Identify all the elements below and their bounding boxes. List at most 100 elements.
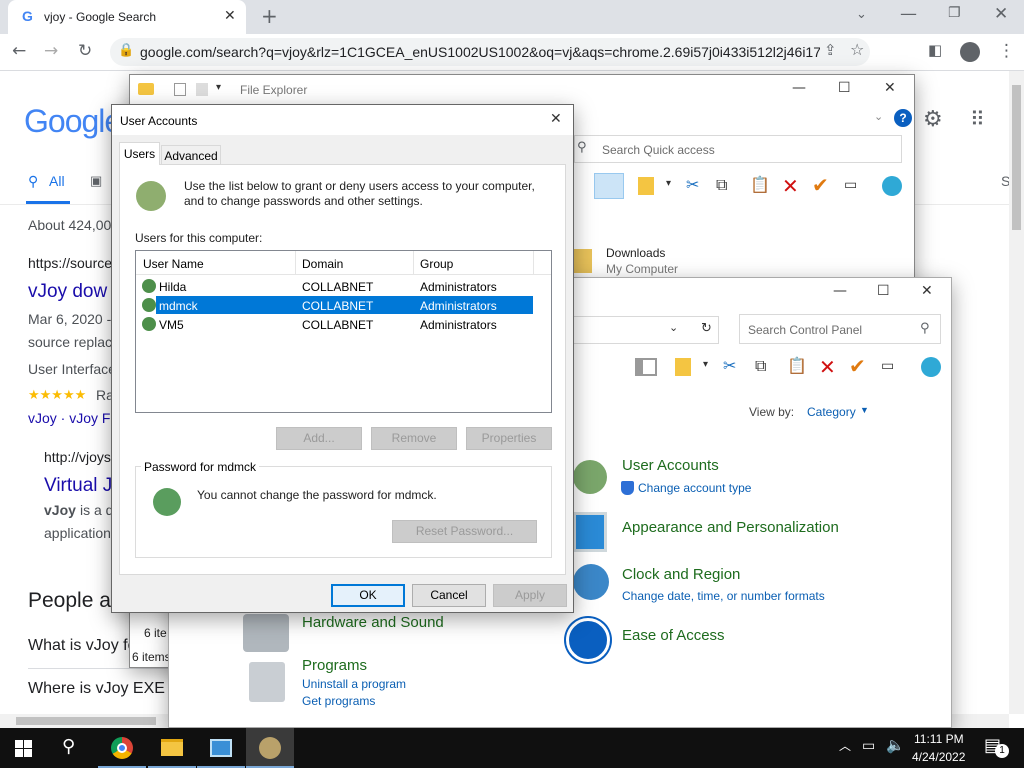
reset-password-button[interactable]: Reset Password... [392,520,537,543]
tab-advanced[interactable]: Advanced [161,145,221,164]
address-bar[interactable]: 🔒 google.com/search?q=vjoy&rlz=1C1GCEA_e… [110,38,870,66]
back-icon[interactable]: ← [12,43,26,60]
clock-date[interactable]: 4/24/2022 [912,750,965,764]
show-hidden-icons-icon[interactable]: ︿ [839,740,851,752]
rename-icon[interactable]: ▭ [844,178,857,192]
result1-links[interactable]: vJoy · vJoy F [28,410,110,426]
volume-icon[interactable]: 🔈 [886,738,905,753]
cp-close-icon[interactable]: ✕ [921,284,933,298]
col-domain[interactable]: Domain [302,257,343,271]
cp-minimize-icon[interactable]: — [833,284,847,298]
forward-icon[interactable]: → [44,43,58,60]
cp-copy-icon[interactable]: ⧉ [755,358,766,374]
remove-button[interactable]: Remove [371,427,457,450]
fe-maximize-icon[interactable]: ☐ [838,81,851,95]
minimize-icon[interactable]: — [900,6,917,23]
result1-title[interactable]: vJoy dow [28,281,107,303]
taskbar-user-accounts[interactable] [246,728,294,768]
close-tab-icon[interactable]: ✕ [224,9,236,23]
taskbar-chrome[interactable] [98,728,146,768]
new-tab-icon[interactable]: + [261,6,278,26]
new-item-dropdown-icon[interactable]: ▾ [666,179,671,189]
shell-icon[interactable] [882,176,902,196]
apps-grid-icon[interactable]: ⠿ [970,109,985,129]
tab-users[interactable]: Users [119,142,160,165]
side-panel-icon[interactable]: ◧ [928,43,942,58]
paa-question-2[interactable]: Where is vJoy EXE [28,680,165,698]
tab-images-icon[interactable]: ▣ [90,173,102,189]
cp-hardware-sound[interactable]: Hardware and Sound [302,614,444,631]
restore-icon[interactable]: ❐ [948,6,961,20]
bookmark-star-icon[interactable]: ☆ [850,42,864,58]
taskbar-control-panel[interactable] [197,728,245,768]
cp-uninstall-program[interactable]: Uninstall a program [302,677,406,691]
clock-time[interactable]: 11:11 PM [914,732,964,746]
h-scrollbar-thumb[interactable] [16,717,156,725]
google-logo[interactable]: Google [24,103,122,140]
fe-search-box[interactable]: ⚲ Search Quick access [574,135,902,163]
cp-delete-icon[interactable]: ✕ [819,357,836,377]
cp-new-item-icon[interactable] [675,358,691,376]
result2-title[interactable]: Virtual J [44,475,112,497]
cp-get-programs[interactable]: Get programs [302,694,375,708]
scrollbar-thumb[interactable] [1012,85,1021,230]
settings-gear-icon[interactable]: ⚙ [923,109,943,131]
table-row[interactable]: Hilda COLLABNET Administrators [136,277,534,295]
users-list[interactable]: User Name Domain Group Hilda COLLABNET A… [135,250,552,413]
ribbon-expand-icon[interactable]: ⌄ [874,111,883,122]
cut-icon[interactable]: ✂ [686,177,699,193]
paste-icon[interactable]: 📋 [750,177,770,193]
taskbar-search[interactable]: ⚲ [48,728,96,768]
cp-checkmark-icon[interactable]: ✔ [849,356,866,376]
add-button[interactable]: Add... [276,427,362,450]
checkmark-icon[interactable]: ✔ [812,175,829,195]
cp-change-date-formats[interactable]: Change date, time, or number formats [622,589,825,603]
cp-cut-icon[interactable]: ✂ [723,358,736,374]
start-button[interactable] [0,728,48,768]
vertical-scrollbar[interactable] [1009,71,1024,714]
new-folder-icon[interactable] [196,83,208,96]
cp-new-item-dropdown-icon[interactable]: ▾ [703,360,708,370]
copy-icon[interactable]: ⧉ [716,177,727,193]
table-row-selected[interactable]: mdmck COLLABNET Administrators [156,296,533,314]
tab-search-icon[interactable]: ⌄ [856,8,867,21]
delete-icon[interactable]: ✕ [782,176,799,196]
paa-question-1[interactable]: What is vJoy fo [28,637,136,655]
fe-close-icon[interactable]: ✕ [884,81,896,95]
help-icon[interactable]: ? [894,109,912,127]
cp-address-dropdown-icon[interactable]: ⌄ [669,322,678,333]
cancel-button[interactable]: Cancel [412,584,486,607]
fe-minimize-icon[interactable]: — [792,81,806,95]
table-row[interactable]: VM5 COLLABNET Administrators [136,315,534,333]
tab-all[interactable]: All [49,173,65,189]
dialog-close-icon[interactable]: ✕ [550,112,562,126]
result1-url[interactable]: https://source [28,255,112,271]
new-item-icon[interactable] [638,177,654,195]
cp-rename-icon[interactable]: ▭ [881,359,894,373]
taskbar-file-explorer[interactable] [148,728,196,768]
cp-user-accounts[interactable]: User Accounts [622,457,719,474]
apply-button[interactable]: Apply [493,584,567,607]
cp-search-box[interactable]: Search Control Panel ⚲ [739,314,941,344]
cp-paste-icon[interactable]: 📋 [787,358,807,374]
chrome-menu-icon[interactable]: ⋮ [998,43,1015,60]
view-by-value[interactable]: Category [807,405,856,419]
col-group[interactable]: Group [420,257,453,271]
cp-programs[interactable]: Programs [302,657,367,674]
ok-button[interactable]: OK [331,584,405,607]
properties-button[interactable]: Properties [466,427,552,450]
result2-url[interactable]: http://vjoys [44,449,111,465]
cp-maximize-icon[interactable]: ☐ [877,284,890,298]
cp-ease-of-access[interactable]: Ease of Access [622,627,725,644]
quick-access-dropdown-icon[interactable]: ▾ [216,83,221,93]
reload-icon[interactable]: ↻ [78,43,92,60]
browser-tab[interactable]: G vjoy - Google Search ✕ [8,0,246,34]
close-window-icon[interactable]: ✕ [994,6,1008,23]
network-icon[interactable]: ▭ [862,739,875,753]
cp-preview-pane-icon[interactable] [635,358,657,376]
cp-refresh-icon[interactable]: ↻ [701,322,712,335]
cp-change-account-type[interactable]: Change account type [638,481,751,495]
downloads-label[interactable]: Downloads [606,246,665,260]
preview-pane-icon[interactable] [594,173,624,199]
share-icon[interactable]: ⇪ [824,43,837,58]
